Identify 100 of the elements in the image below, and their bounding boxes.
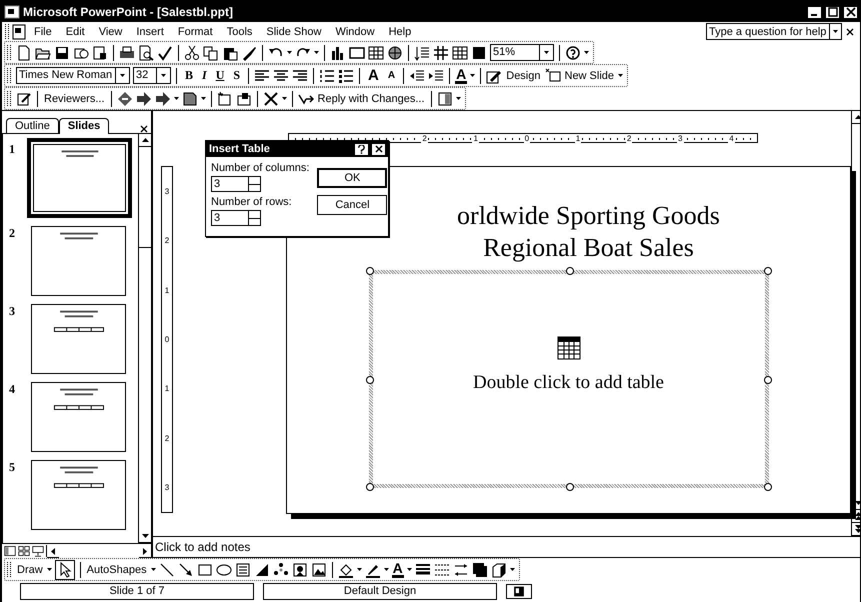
slide-thumbnail[interactable] [31, 304, 126, 374]
table-placeholder[interactable]: Double click to add table [368, 270, 768, 488]
close-button[interactable] [843, 6, 858, 18]
3d-icon[interactable] [490, 562, 507, 578]
scroll-up-icon[interactable] [854, 115, 860, 119]
slide-thumbnail[interactable] [27, 138, 132, 218]
resize-handle[interactable] [566, 267, 574, 275]
delete-icon[interactable] [262, 90, 279, 106]
caret-icon[interactable] [384, 568, 389, 571]
menu-item[interactable]: Insert [129, 26, 171, 38]
scroll-up-icon[interactable] [142, 138, 148, 142]
maximize-button[interactable] [825, 6, 840, 18]
resize-handle[interactable] [764, 483, 772, 491]
new-comment-icon[interactable] [216, 90, 233, 106]
font-style-button[interactable]: I [199, 68, 210, 83]
toolbar-options-icon[interactable] [584, 51, 589, 54]
bullet-list-icon[interactable] [338, 68, 354, 84]
shadow-icon[interactable] [472, 562, 488, 578]
caret-icon[interactable] [282, 97, 287, 100]
font-style-button[interactable]: S [230, 68, 244, 83]
copy-icon[interactable] [203, 44, 219, 60]
close-button[interactable] [371, 142, 386, 156]
resize-handle[interactable] [764, 267, 772, 275]
caret-icon[interactable] [150, 568, 156, 571]
minimize-button[interactable] [807, 6, 822, 18]
toolbar-options-icon[interactable] [456, 97, 461, 100]
table-icon[interactable] [368, 44, 384, 60]
pane-tab[interactable]: Slides [58, 118, 110, 134]
save-icon[interactable] [54, 44, 70, 60]
slide-show-icon[interactable] [32, 545, 44, 557]
table-icon[interactable] [556, 336, 580, 360]
resize-handle[interactable] [566, 483, 574, 491]
pointer-icon[interactable] [54, 560, 75, 580]
menu-item[interactable]: Format [170, 26, 220, 38]
caret-icon[interactable] [174, 97, 179, 100]
previous-slide-icon[interactable] [854, 512, 860, 520]
menu-item[interactable]: Slide Show [259, 26, 328, 38]
rows-spin-field[interactable]: 3 [211, 210, 261, 226]
caret-icon[interactable] [120, 74, 125, 77]
chart-icon[interactable] [330, 44, 346, 60]
normal-view-icon[interactable] [4, 545, 16, 557]
text-box-icon[interactable] [234, 562, 251, 578]
globe-icon[interactable] [387, 44, 403, 60]
reviewing-pane-icon[interactable] [436, 90, 453, 106]
cancel-button[interactable]: Cancel [317, 195, 388, 215]
next-icon[interactable] [136, 90, 152, 106]
caret-icon[interactable] [161, 74, 166, 77]
line-icon[interactable] [158, 562, 175, 578]
caret-icon[interactable] [470, 74, 476, 77]
grid-icon[interactable] [452, 44, 468, 60]
increase-font-size-button[interactable]: A [365, 67, 382, 84]
caret-icon[interactable] [200, 97, 206, 100]
accept-icon[interactable] [154, 90, 171, 106]
document-icon[interactable] [11, 24, 27, 40]
zoom-field[interactable]: 51% [490, 44, 554, 61]
font-field[interactable]: Times New Roman [16, 67, 130, 84]
slide-thumbnail[interactable] [31, 460, 126, 530]
arrow-icon[interactable] [178, 562, 194, 578]
menu-item[interactable]: View [92, 26, 130, 38]
toolbar-options-icon[interactable] [510, 568, 515, 571]
caret-icon[interactable] [314, 51, 319, 54]
maximize-icon[interactable] [828, 7, 838, 17]
arrow-style-icon[interactable] [452, 562, 469, 578]
scroll-left-icon[interactable] [51, 548, 55, 554]
decrease-indent-icon[interactable] [409, 68, 426, 84]
new-document-icon[interactable] [16, 44, 32, 60]
print-preview-icon[interactable] [138, 44, 154, 60]
previous-icon[interactable] [116, 90, 133, 106]
font-style-button[interactable]: U [212, 68, 228, 83]
font-size-field[interactable]: 32 [133, 67, 171, 84]
next-slide-icon[interactable] [854, 525, 860, 533]
columns-spin-field[interactable]: 3 [211, 176, 261, 192]
new-slide-icon[interactable] [544, 68, 560, 84]
line-style-icon[interactable] [414, 562, 431, 578]
slide-title[interactable]: Regional Boat Sales [483, 232, 694, 264]
print-icon[interactable] [119, 44, 135, 60]
notes-field[interactable]: Click to add notes [152, 536, 860, 558]
close-icon[interactable] [846, 7, 856, 17]
page-icon[interactable] [182, 90, 198, 106]
ok-button[interactable]: OK [317, 168, 388, 188]
caret-icon[interactable] [46, 568, 52, 571]
resize-handle[interactable] [366, 483, 374, 491]
help-button[interactable] [354, 142, 369, 156]
scroll-down-icon[interactable] [142, 534, 148, 538]
permission-icon[interactable] [92, 44, 108, 60]
picture-icon[interactable] [310, 562, 327, 578]
color-square-icon[interactable] [471, 44, 487, 60]
font-color-button[interactable]: A [455, 68, 468, 84]
close-icon[interactable] [140, 125, 148, 133]
close-icon[interactable] [846, 28, 854, 36]
scroll-right-icon[interactable] [143, 548, 147, 554]
menu-item[interactable]: File [27, 26, 59, 38]
font-color-button[interactable]: A [392, 562, 404, 578]
format-painter-icon[interactable] [241, 44, 257, 60]
autoshapes-menu-button[interactable]: AutoShapes [86, 564, 148, 576]
grid-icon[interactable] [433, 44, 449, 60]
edit-icon[interactable] [16, 90, 32, 106]
slide-sorter-icon[interactable] [18, 545, 30, 557]
scroll-down-icon[interactable] [854, 501, 860, 505]
diagram-icon[interactable] [272, 562, 289, 578]
